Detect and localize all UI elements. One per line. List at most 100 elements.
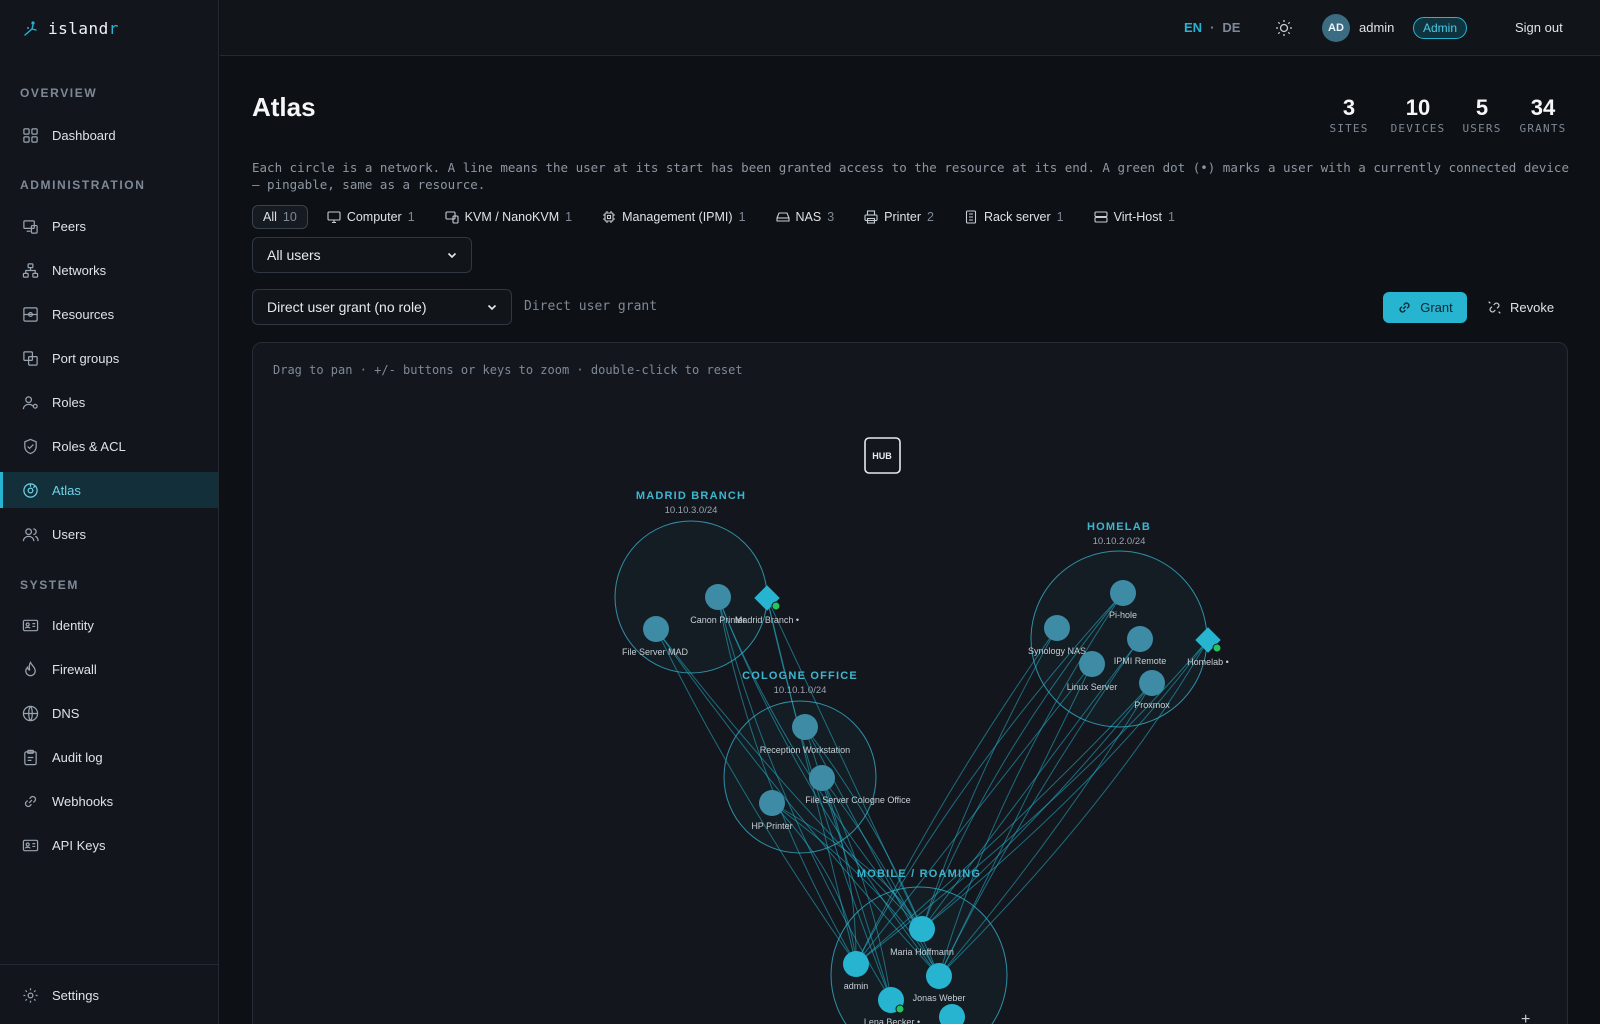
chip-count: 1 [1167,210,1175,224]
sidebar-item-resources[interactable]: Resources [0,296,218,332]
stat-label: GRANTS [1519,122,1567,135]
kvm-icon [445,211,459,224]
sidebar-item-label: Webhooks [52,793,114,809]
online-indicator [771,601,781,611]
sidebar-item-port-groups[interactable]: Port groups [0,340,218,376]
roles-icon [22,395,38,409]
language-switcher: EN · DE [1184,20,1240,35]
grant-mode-hint: Direct user grant [524,299,658,314]
sidebar-item-dashboard[interactable]: Dashboard [0,117,218,153]
sidebar-item-dns[interactable]: DNS [0,695,218,731]
resource-node [759,790,785,816]
link-icon [24,795,37,807]
nas-icon [775,212,790,222]
grant-button[interactable]: Grant [1383,292,1467,323]
sidebar-item-audit-log[interactable]: Audit log [0,739,218,775]
lang-de[interactable]: DE [1222,20,1240,35]
filter-management-ipmi[interactable]: Management (IPMI) 1 [591,205,756,229]
chip-label: Virt-Host [1113,210,1162,224]
app-name: islandr [48,19,119,38]
sidebar-item-label: Port groups [52,350,120,366]
node-label: Linux Server [1067,682,1118,692]
filter-computer[interactable]: Computer 1 [316,205,426,229]
resource-node [643,616,669,642]
chip-count: 1 [407,210,415,224]
filter-kvm[interactable]: KVM / NanoKVM 1 [434,205,583,229]
sidebar: islandr OVERVIEW Dashboard ADMINISTRATIO… [0,0,219,1024]
logo-icon [24,20,37,36]
theme-toggle-sun-icon[interactable] [1273,17,1295,39]
node-label: Madrid Branch • [735,615,799,625]
id-card-icon [22,619,39,631]
node-label: Maria Hoffmann [890,947,954,957]
sidebar-item-webhooks[interactable]: Webhooks [0,783,218,819]
lang-en[interactable]: EN [1184,20,1202,35]
resource-node [1139,670,1165,696]
node-label: Pi-hole [1109,610,1137,620]
select-value: All users [267,247,321,263]
resources-icon [23,306,38,322]
stat-value: 3 [1342,95,1356,120]
filter-nas[interactable]: NAS 3 [765,205,846,229]
chip-label: Computer [346,210,402,224]
network-cidr-label: 10.10.2.0/24 [1093,536,1146,547]
sidebar-item-firewall[interactable]: Firewall [0,651,218,687]
filter-rack-server[interactable]: Rack server 1 [953,205,1075,229]
sidebar-item-networks[interactable]: Networks [0,252,218,288]
avatar[interactable]: AD [1322,14,1350,42]
sidebar-item-label: Networks [52,262,107,278]
sidebar-item-label: Roles [52,394,86,410]
chip-count: 1 [738,210,746,224]
sidebar-item-label: Dashboard [52,127,116,143]
sidebar-item-identity[interactable]: Identity [0,607,218,643]
zoom-in-button[interactable]: + [1521,1011,1530,1024]
chip-icon [603,211,616,223]
chip-label: Management (IPMI) [622,210,733,224]
chip-label: Printer [884,210,921,224]
sign-out-button[interactable]: Sign out [1515,20,1563,35]
sidebar-item-roles-acl[interactable]: Roles & ACL [0,428,218,464]
sidebar-item-peers[interactable]: Peers [0,208,218,244]
sidebar-item-roles[interactable]: Roles [0,384,218,420]
chip-count: 2 [927,210,934,224]
node-label: HP Printer [751,821,792,831]
node-label: File Server MAD [622,647,689,657]
node-label: Homelab • [1187,657,1229,667]
resource-node [1044,615,1070,641]
sidebar-item-users[interactable]: Users [0,516,218,552]
sidebar-item-api-keys[interactable]: API Keys [0,827,218,863]
resource-node [792,714,818,740]
filter-printer[interactable]: Printer 2 [853,205,945,229]
filter-virt-host[interactable]: Virt-Host 1 [1083,205,1186,229]
node-label: Synology NAS [1028,646,1086,656]
grant-edge [938,663,1093,977]
type-filter-chips: All 10 Computer 1 KVM / NanoKVM 1 Manage… [252,205,1186,229]
port-groups-icon [23,350,38,366]
resource-node [1079,651,1105,677]
online-indicator [895,1004,905,1014]
revoke-button-label: Revoke [1510,300,1555,315]
sidebar-item-settings[interactable]: Settings [0,977,218,1013]
users-icon [22,527,39,541]
revoke-button[interactable]: Revoke [1487,292,1567,323]
server-icon [1094,211,1108,223]
grant-mode-select[interactable]: Direct user grant (no role) [252,289,512,325]
stat-value: 10 [1405,95,1431,120]
clipboard-icon [24,749,37,765]
atlas-canvas[interactable]: Drag to pan · +/- buttons or keys to zoo… [252,342,1568,1024]
username: admin [1359,20,1395,35]
sidebar-item-label: Identity [52,617,94,633]
gear-icon [23,987,38,1003]
network-map[interactable]: MADRID BRANCH 10.10.3.0/24 COLOGNE OFFICE 1… [253,343,1568,1024]
filter-all[interactable]: All 10 [252,205,308,229]
page-description: Each circle is a network. A line means t… [252,160,1569,192]
app-logo[interactable]: islandr [22,19,119,38]
network-name-label: HOMELAB [1087,521,1151,533]
chip-label: All [263,210,277,224]
grant-edge [921,627,1058,930]
sidebar-item-atlas[interactable]: Atlas [0,472,218,508]
node-label: admin [844,981,869,991]
sidebar-item-label: Users [52,526,86,542]
user-filter-select[interactable]: All users [252,237,472,273]
stat-label: DEVICES [1390,122,1446,135]
